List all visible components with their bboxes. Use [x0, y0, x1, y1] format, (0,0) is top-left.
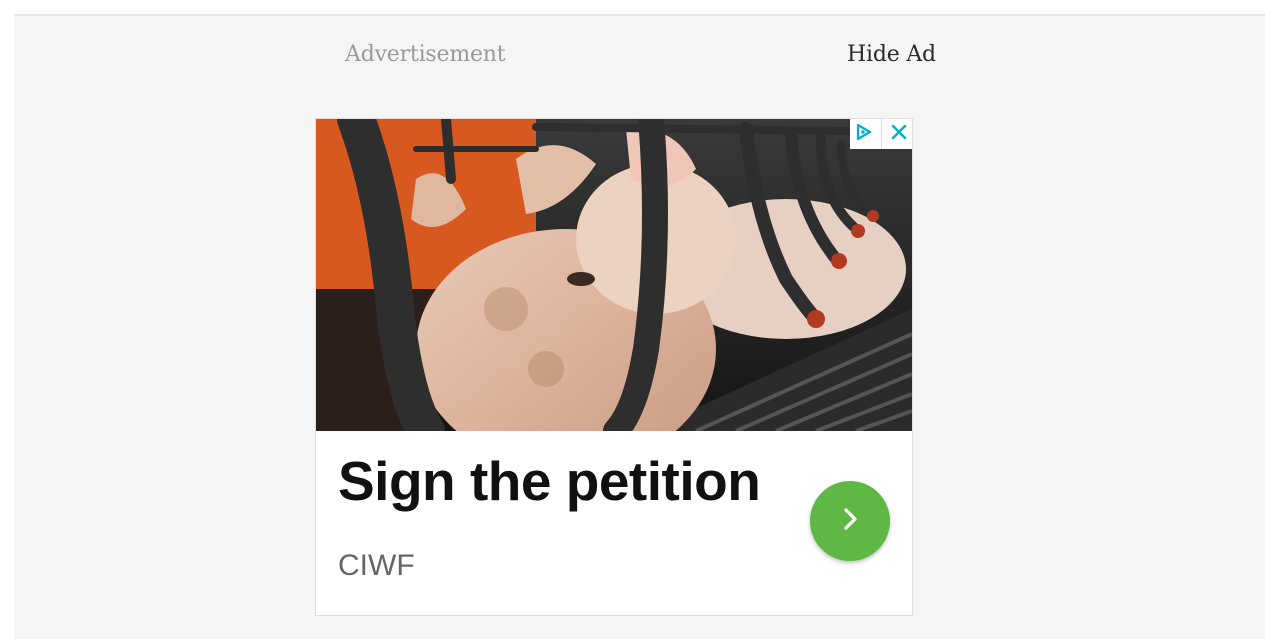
ad-card[interactable]: Sign the petition CIWF [315, 118, 913, 616]
chevron-right-icon [835, 504, 865, 539]
adchoices-badge[interactable] [850, 119, 912, 149]
adchoices-divider [881, 119, 883, 149]
adchoices-icon[interactable] [854, 122, 874, 147]
cta-button[interactable] [810, 481, 890, 561]
advertiser-name[interactable]: CIWF [338, 549, 415, 583]
ad-container: Advertisement Hide Ad Sign the petition … [14, 14, 1265, 639]
advertisement-label: Advertisement [345, 42, 506, 67]
close-icon[interactable] [890, 123, 908, 146]
ad-image[interactable] [316, 119, 912, 431]
ad-headline[interactable]: Sign the petition [338, 449, 761, 513]
hide-ad-button[interactable]: Hide Ad [847, 42, 936, 67]
